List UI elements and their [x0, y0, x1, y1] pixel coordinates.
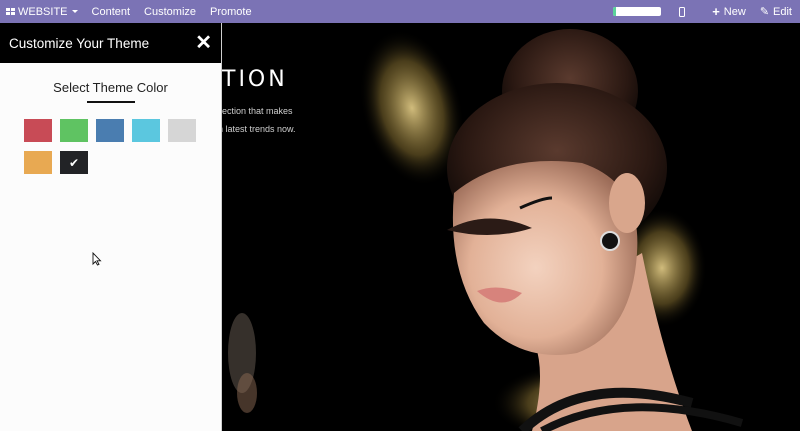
- hero-description-line-1: llection that makes: [222, 106, 293, 116]
- mobile-preview-icon[interactable]: [679, 6, 686, 17]
- swatch-red[interactable]: [24, 119, 52, 142]
- chevron-down-icon: [71, 10, 78, 13]
- website-menu-label: WEBSITE: [18, 5, 68, 18]
- edit-button-label: Edit: [773, 5, 792, 18]
- section-title: Select Theme Color: [53, 80, 168, 95]
- hero-description-line-2: h latest trends now.: [222, 124, 296, 134]
- topbar-right-group: + New ✎ Edit: [613, 0, 800, 23]
- swatch-blue[interactable]: [96, 119, 124, 142]
- apps-grid-icon: [6, 8, 15, 15]
- check-icon: ✔: [68, 155, 80, 170]
- menu-customize[interactable]: Customize: [137, 0, 203, 23]
- panel-header: Customize Your Theme ✕: [0, 23, 221, 63]
- hero-description: llection that makes h latest trends now.: [222, 102, 338, 138]
- menu-content[interactable]: Content: [85, 0, 138, 23]
- customize-theme-panel: Customize Your Theme ✕ Select Theme Colo…: [0, 23, 222, 431]
- swatch-orange[interactable]: [24, 151, 52, 174]
- progress-bar: [613, 7, 662, 16]
- new-button[interactable]: + New: [705, 0, 753, 23]
- section-underline: [86, 101, 135, 103]
- swatch-black[interactable]: ✔: [60, 151, 88, 174]
- swatch-green[interactable]: [60, 119, 88, 142]
- menu-promote[interactable]: Promote: [203, 0, 259, 23]
- panel-title: Customize Your Theme: [9, 35, 150, 51]
- new-button-label: New: [723, 5, 746, 18]
- plus-icon: +: [712, 4, 720, 19]
- swatch-light-gray[interactable]: [168, 119, 196, 142]
- swatch-cyan[interactable]: [132, 119, 160, 142]
- hero-banner: TION llection that makes h latest trends…: [222, 23, 800, 431]
- hero-title: TION: [222, 67, 288, 92]
- pencil-icon: ✎: [759, 6, 770, 18]
- edit-button[interactable]: ✎ Edit: [753, 0, 800, 23]
- mouse-cursor-icon: [92, 252, 102, 266]
- hero-model-image: [228, 29, 744, 431]
- website-menu[interactable]: WEBSITE: [0, 0, 85, 23]
- top-admin-bar: WEBSITE Content Customize Promote + New …: [0, 0, 800, 23]
- progress-bar-fill: [613, 7, 617, 16]
- close-icon[interactable]: ✕: [195, 33, 212, 53]
